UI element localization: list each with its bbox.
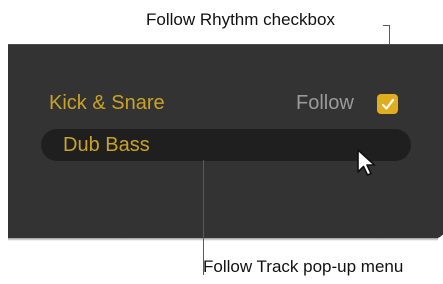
panel-shadow	[8, 238, 438, 241]
follow-track-name: Kick & Snare	[49, 92, 165, 114]
callout-follow-track: Follow Track pop-up menu	[203, 257, 404, 276]
annotated-screenshot: Follow Rhythm checkbox Kick & Snare Foll…	[0, 0, 443, 284]
mouse-pointer-icon	[356, 148, 378, 183]
follow-rhythm-checkbox[interactable]	[377, 94, 398, 114]
callout-follow-rhythm: Follow Rhythm checkbox	[146, 10, 335, 29]
checkmark-icon	[381, 98, 394, 110]
popup-selected-value: Dub Bass	[63, 134, 150, 156]
follow-label: Follow	[296, 92, 354, 114]
